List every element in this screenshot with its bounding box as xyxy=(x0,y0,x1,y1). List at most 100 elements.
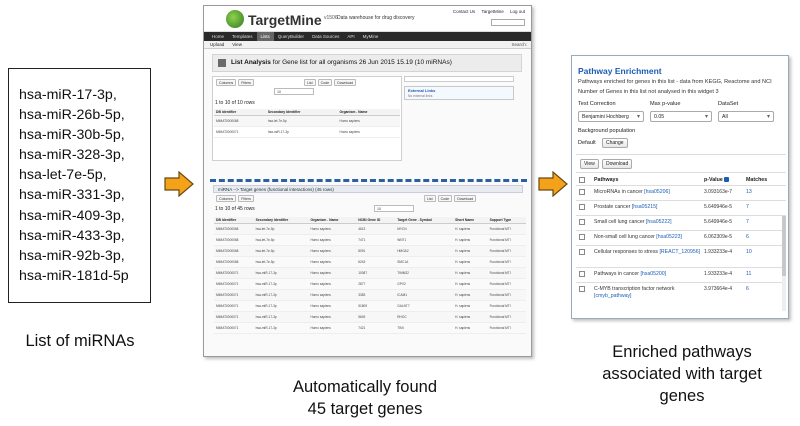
matches-link[interactable]: 6 xyxy=(746,234,749,240)
tab-home[interactable]: Home xyxy=(208,32,228,41)
mirna-item: hsa-miR-26b-5p, xyxy=(19,107,125,124)
caption-enriched-pathways: Enriched pathways associated with target… xyxy=(602,343,762,405)
table-row: MIMAT0000071 hsa-miR-17-3p Homo sapiens 518… xyxy=(214,300,526,312)
code-button[interactable]: Code xyxy=(437,195,453,202)
download-button[interactable]: Download xyxy=(334,79,357,86)
dataset-select[interactable]: All xyxy=(718,111,774,122)
matches-link[interactable]: 7 xyxy=(746,204,749,210)
logout-link[interactable]: Log out xyxy=(510,9,525,14)
page-size-select[interactable]: 10 xyxy=(274,88,314,95)
tab-templates[interactable]: Templates xyxy=(228,32,257,41)
page-size-select[interactable]: 10 xyxy=(374,205,414,212)
table-row: MIMAT0000068 hsa-let-7e-5p Homo sapiens 461… xyxy=(214,223,526,235)
columns-button[interactable]: Columns xyxy=(216,79,237,86)
view-button[interactable]: View xyxy=(580,159,599,169)
row-checkbox[interactable] xyxy=(579,204,585,210)
row-checkbox[interactable] xyxy=(579,286,585,292)
external-links-search[interactable] xyxy=(404,76,514,82)
matches-link[interactable]: 7 xyxy=(746,219,749,225)
col-pathways[interactable]: Pathways xyxy=(594,177,618,183)
info-icon[interactable] xyxy=(723,177,729,183)
pathway-link[interactable]: [hsa05222] xyxy=(646,219,672,225)
target-genes-title: miRNA --> Target genes (functional inter… xyxy=(218,187,314,192)
download-button[interactable]: Download xyxy=(602,159,633,169)
list-button[interactable]: List xyxy=(304,79,316,86)
targetmine-subnav: Upload View Search: xyxy=(204,41,531,49)
mirna-item: hsa-miR-92b-3p, xyxy=(19,247,125,264)
arrow-right-icon xyxy=(164,171,194,197)
targetmine-top-links: Contact Us TargetMine Log out xyxy=(448,9,525,14)
row-checkbox[interactable] xyxy=(579,219,585,225)
change-button[interactable]: Change xyxy=(602,138,628,148)
subnav-view[interactable]: View xyxy=(232,41,242,48)
columns-button[interactable]: Columns xyxy=(216,195,237,202)
background-population-label: Background population xyxy=(578,128,636,134)
targetmine-link[interactable]: TargetMine xyxy=(481,9,503,14)
divider xyxy=(576,282,786,283)
pathway-link[interactable]: [hsa05206] xyxy=(644,189,670,195)
tab-querybuilder[interactable]: QueryBuilder xyxy=(274,32,308,41)
matches-link[interactable]: 13 xyxy=(746,189,752,195)
pathway-link[interactable]: [hsa05223] xyxy=(656,234,682,240)
subnav-upload[interactable]: Upload xyxy=(210,41,224,48)
download-button[interactable]: Download xyxy=(454,195,477,202)
scrollbar-thumb[interactable] xyxy=(782,216,786,276)
code-button[interactable]: Code xyxy=(317,79,333,86)
scrollbar[interactable] xyxy=(782,216,786,311)
pathway-link[interactable]: [hsa05215] xyxy=(632,204,658,210)
test-correction-select[interactable]: Benjamini Hochberg xyxy=(578,111,644,122)
table-row: MIMAT0000068 hsa-let-7e-5p Homo sapiens xyxy=(214,115,400,127)
toolbar-1: Columns Filters xyxy=(216,79,256,86)
divider xyxy=(576,185,786,186)
pathway-link[interactable]: [cmyb_pathway] xyxy=(594,293,631,299)
caption-mirna-list: List of miRNAs xyxy=(25,332,135,350)
matches-link[interactable]: 6 xyxy=(746,286,749,292)
mirna-item: hsa-let-7e-5p, xyxy=(19,167,107,184)
list-button[interactable]: List xyxy=(424,195,436,202)
dataset-label: DataSet xyxy=(718,101,739,107)
rows-count: 1 to 10 of 45 rows xyxy=(215,206,255,212)
mirna-item: hsa-miR-409-3p, xyxy=(19,207,125,224)
page-title: List Analysis for Gene list for all orga… xyxy=(231,59,452,66)
external-links-title: External Links xyxy=(408,88,436,93)
mirna-list: hsa-miR-17-3p, hsa-miR-26b-5p, hsa-miR-3… xyxy=(19,85,150,286)
external-links-box: External Links No external links xyxy=(404,86,514,100)
row-checkbox[interactable] xyxy=(579,249,585,255)
pathway-link[interactable]: [REACT_120956] xyxy=(659,249,700,255)
tab-api[interactable]: API xyxy=(343,32,358,41)
toolbar-2: Columns Filters xyxy=(216,195,256,202)
tab-lists[interactable]: Lists xyxy=(256,32,274,41)
targetmine-header: TargetMine v1506 Data warehouse for drug… xyxy=(204,6,531,32)
section-divider xyxy=(210,179,527,182)
matches-link[interactable]: 11 xyxy=(746,271,751,277)
max-pvalue-select[interactable]: 0.05 xyxy=(650,111,712,122)
targetmine-brand: TargetMine xyxy=(248,12,322,28)
mirna-item: hsa-miR-331-3p, xyxy=(19,187,125,204)
tab-mymine[interactable]: MyMine xyxy=(359,32,383,41)
row-checkbox[interactable] xyxy=(579,271,585,277)
pathway-link[interactable]: [hsa05200] xyxy=(640,271,666,277)
search-label: Search: xyxy=(511,42,527,47)
row-checkbox[interactable] xyxy=(579,234,585,240)
select-all-checkbox[interactable] xyxy=(579,177,585,183)
target-genes-header: miRNA --> Target genes (functional inter… xyxy=(213,185,523,193)
filters-button[interactable]: Filters xyxy=(238,195,254,202)
tab-data-sources[interactable]: Data Sources xyxy=(308,32,343,41)
table-row: MIMAT0000071 hsa-miR-17-3p Homo sapiens xyxy=(214,126,400,138)
col-matches[interactable]: Matches xyxy=(746,177,767,183)
search-input[interactable] xyxy=(491,19,525,26)
contact-link[interactable]: Contact Us xyxy=(453,9,475,14)
row-checkbox[interactable] xyxy=(579,189,585,195)
matches-link[interactable]: 10 xyxy=(746,249,752,255)
divider xyxy=(576,154,786,155)
widget-title: Pathway Enrichment xyxy=(578,66,662,76)
col-pvalue[interactable]: p-Value xyxy=(704,177,729,183)
filters-button[interactable]: Filters xyxy=(238,79,254,86)
max-pvalue-label: Max p-value xyxy=(650,101,681,107)
not-analysed-note: Number of Genes in this list not analyse… xyxy=(578,89,719,95)
table-row: MIMAT0000068 hsa-let-7e-5p Homo sapiens 809… xyxy=(214,245,526,257)
default-label: Default xyxy=(578,140,596,146)
mirna-item: hsa-miR-30b-5p, xyxy=(19,127,125,144)
divider xyxy=(576,245,786,246)
toolbar-2-right: List Code Download xyxy=(424,195,478,202)
